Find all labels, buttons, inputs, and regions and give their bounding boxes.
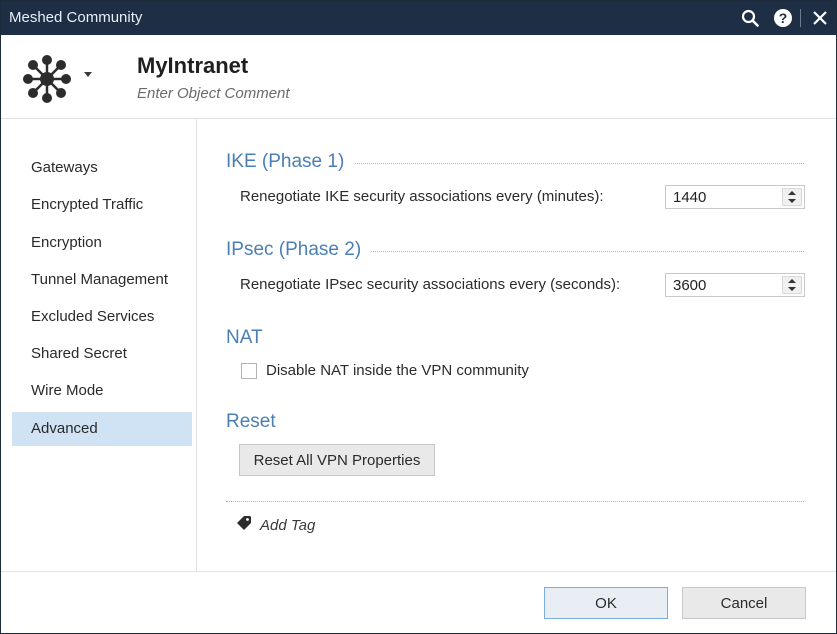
ipsec-renegotiate-label: Renegotiate IPsec security associations … [240, 276, 621, 293]
sidebar-nav: Gateways Encrypted Traffic Encryption Tu… [1, 119, 197, 571]
window-title: Meshed Community [9, 9, 143, 26]
reset-section-title: Reset [226, 411, 286, 433]
section-divider [226, 501, 804, 502]
ike-minutes-stepper[interactable] [665, 185, 805, 209]
advanced-settings-panel: IKE (Phase 1) Renegotiate IKE security a… [198, 119, 836, 571]
close-icon[interactable] [808, 6, 832, 30]
sidebar-item-wire-mode[interactable]: Wire Mode [12, 374, 192, 408]
object-name[interactable]: MyIntranet [137, 53, 248, 79]
add-tag-link[interactable]: Add Tag [236, 515, 315, 535]
ike-section-title: IKE (Phase 1) [226, 151, 355, 173]
sidebar-item-tunnel-management[interactable]: Tunnel Management [12, 263, 192, 297]
ok-button[interactable]: OK [544, 587, 668, 619]
titlebar-separator [800, 9, 801, 27]
cancel-button[interactable]: Cancel [682, 587, 806, 619]
stepper-arrows-icon[interactable] [782, 276, 802, 294]
ipsec-section-title: IPsec (Phase 2) [226, 239, 372, 261]
tag-icon [236, 515, 260, 535]
ike-renegotiate-label: Renegotiate IKE security associations ev… [240, 188, 604, 205]
ipsec-seconds-stepper[interactable] [665, 273, 805, 297]
object-comment-field[interactable]: Enter Object Comment [137, 85, 290, 102]
help-icon[interactable]: ? [771, 6, 795, 30]
sidebar-item-excluded-services[interactable]: Excluded Services [12, 300, 192, 334]
sidebar-item-encryption[interactable]: Encryption [12, 226, 192, 260]
sidebar-item-encrypted-traffic[interactable]: Encrypted Traffic [12, 188, 192, 222]
title-bar: Meshed Community ? [1, 1, 836, 35]
search-icon[interactable] [738, 6, 762, 30]
sidebar-item-advanced[interactable]: Advanced [12, 412, 192, 446]
svg-text:?: ? [779, 10, 788, 26]
meshed-community-icon[interactable] [19, 51, 75, 107]
sidebar-item-shared-secret[interactable]: Shared Secret [12, 337, 192, 371]
stepper-arrows-icon[interactable] [782, 188, 802, 206]
object-header: MyIntranet Enter Object Comment [1, 35, 836, 119]
reset-vpn-properties-button[interactable]: Reset All VPN Properties [239, 444, 435, 476]
add-tag-label: Add Tag [260, 516, 316, 534]
ike-minutes-input[interactable] [666, 186, 778, 208]
disable-nat-checkbox[interactable] [241, 363, 257, 379]
disable-nat-label[interactable]: Disable NAT inside the VPN community [266, 362, 529, 379]
dialog-footer: OK Cancel [1, 571, 836, 633]
nat-section-title: NAT [226, 327, 273, 349]
dialog-window: Meshed Community ? MyIntranet Enter Obje… [0, 0, 837, 634]
ipsec-seconds-input[interactable] [666, 274, 778, 296]
sidebar-item-gateways[interactable]: Gateways [12, 151, 192, 185]
chevron-down-icon[interactable] [81, 67, 95, 81]
